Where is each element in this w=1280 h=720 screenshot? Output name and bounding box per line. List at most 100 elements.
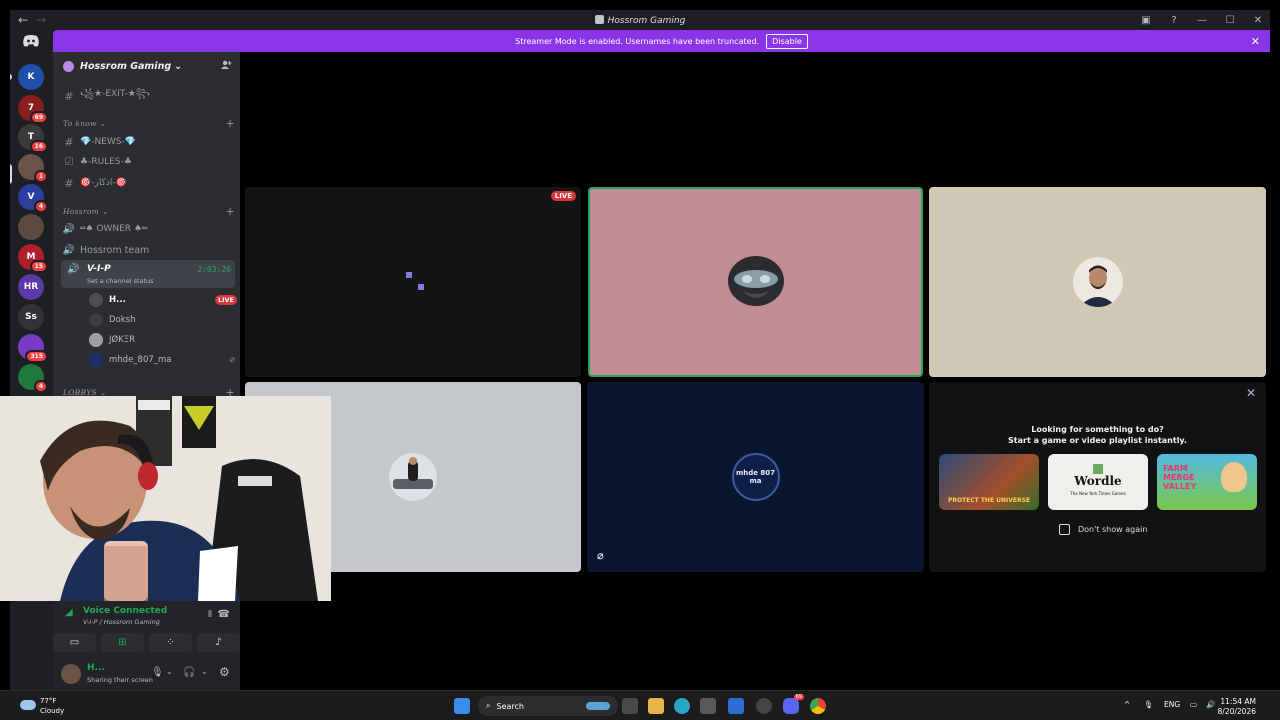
channel-team[interactable]: 🔊 Hossrom team xyxy=(62,241,232,259)
edge-browser-icon[interactable] xyxy=(674,698,690,714)
microphone-icon[interactable]: 🎙 xyxy=(151,667,164,678)
weather-condition: Cloudy xyxy=(40,707,65,715)
help-icon[interactable]: ? xyxy=(1166,15,1182,26)
maximize-button[interactable]: ☐ xyxy=(1222,15,1238,26)
language-indicator[interactable]: ENG xyxy=(1164,700,1180,709)
channel-news[interactable]: # 💎-NEWS-💎 xyxy=(62,133,232,151)
chrome-icon[interactable] xyxy=(810,698,826,714)
guild-header[interactable]: Hossrom Gaming ⌄ xyxy=(53,52,240,80)
participant-tile[interactable] xyxy=(588,187,923,377)
minimize-button[interactable]: — xyxy=(1194,15,1210,26)
channel-rules[interactable]: ☑ ♣-RULES-♣ xyxy=(62,153,232,171)
disconnect-icon[interactable]: ☎ xyxy=(218,609,230,620)
loading-dot xyxy=(418,284,424,290)
start-windows-icon[interactable] xyxy=(454,698,470,714)
task-view-icon[interactable] xyxy=(622,698,638,714)
window-controls: ▣ ? — ☐ ✕ xyxy=(1138,10,1266,30)
mention-badge: 4 xyxy=(33,200,48,213)
disable-streamer-mode-button[interactable]: Disable xyxy=(766,33,808,49)
channel-azkar[interactable]: # 🎯-اذكار-🎯 xyxy=(62,174,232,192)
forward-arrow-icon[interactable]: → xyxy=(36,13,46,27)
notification-badge: 69 xyxy=(793,694,804,700)
headset-icon[interactable]: 🎧 xyxy=(183,667,195,678)
volume-icon[interactable]: 🔊 xyxy=(1206,700,1215,709)
network-icon[interactable]: ▭ xyxy=(1190,700,1197,709)
voice-channel-path[interactable]: V-I-P / Hossrom Gaming xyxy=(83,618,160,626)
add-member-icon[interactable] xyxy=(220,59,232,71)
helmet-avatar xyxy=(725,252,786,312)
category-hossrom[interactable]: Hossrom ⌄ + xyxy=(63,205,235,218)
server-icon-9[interactable]: 315 xyxy=(18,334,48,363)
server-icon-6[interactable]: M 15 xyxy=(18,244,48,273)
share-screen-button[interactable]: ⊞ xyxy=(101,633,144,652)
activity-card-farm[interactable]: FARM MERGE VALLEY xyxy=(1157,454,1257,510)
server-icon-7[interactable]: HR xyxy=(18,274,44,300)
server-icon-0[interactable]: K xyxy=(18,64,44,90)
back-arrow-icon[interactable]: ← xyxy=(18,13,28,27)
discord-logo-icon[interactable] xyxy=(22,34,40,48)
guild-name: Hossrom Gaming xyxy=(80,60,172,72)
user-status: Sharing their screen xyxy=(87,676,153,684)
search-icon: ⌕ xyxy=(486,701,491,710)
activity-prompt-line2: Start a game or video playlist instantly… xyxy=(1008,436,1187,445)
checkbox-label: Don't show again xyxy=(1078,525,1148,534)
activities-button[interactable]: ⁘ xyxy=(149,633,192,652)
channel-owner[interactable]: 🔊 ═♠ OWNER ♠═ xyxy=(62,220,232,238)
voice-member[interactable]: H... LIVE xyxy=(89,291,241,309)
activity-card-wordle[interactable]: Wordle The New York Times Games xyxy=(1048,454,1148,510)
inbox-icon[interactable]: ▣ xyxy=(1138,15,1154,26)
server-icon-5[interactable] xyxy=(18,214,44,240)
app-icon[interactable] xyxy=(756,698,772,714)
server-icon-8[interactable]: Ss xyxy=(18,304,44,330)
member-name: H... xyxy=(109,295,126,305)
store-icon[interactable] xyxy=(700,698,716,714)
taskbar-search[interactable]: ⌕ Search xyxy=(478,696,618,716)
clock[interactable]: 11:54 AM 8/20/2026 xyxy=(1218,697,1256,717)
member-name: Doksh xyxy=(109,315,136,325)
chevron-down-icon[interactable]: ⌄ xyxy=(166,667,173,676)
server-initials: V xyxy=(27,192,35,202)
voice-member[interactable]: JØKΞR xyxy=(89,331,241,349)
avatar xyxy=(89,333,103,347)
server-icon-3[interactable]: 1 xyxy=(18,154,48,183)
close-window-button[interactable]: ✕ xyxy=(1250,15,1266,26)
microphone-icon[interactable]: 🎙 xyxy=(1144,700,1154,709)
chevron-up-icon[interactable]: ^ xyxy=(1124,700,1130,709)
mention-badge: 315 xyxy=(25,350,48,363)
channel-status[interactable]: Set a channel status xyxy=(87,277,154,285)
camera-off-button[interactable]: ▭ xyxy=(53,633,96,652)
server-icon-1[interactable]: 7 69 xyxy=(18,95,48,124)
soundboard-button[interactable]: ♪ xyxy=(197,633,240,652)
chevron-down-icon[interactable]: ⌄ xyxy=(201,667,208,676)
banner-close-icon[interactable]: ✕ xyxy=(1251,35,1260,48)
noise-suppression-icon[interactable]: ⦀ xyxy=(208,610,212,620)
voice-member[interactable]: Doksh xyxy=(89,311,241,329)
voice-member[interactable]: mhde_807_ma ⌀ xyxy=(89,351,241,369)
channel-vip[interactable]: 🔊 V-I-P Set a channel status 2:03:26 xyxy=(61,260,235,288)
close-icon[interactable]: ✕ xyxy=(1246,386,1256,400)
server-icon-10[interactable]: 4 xyxy=(18,364,48,393)
category-to-know[interactable]: To know ⌄ + xyxy=(63,117,235,130)
server-initials: K xyxy=(27,72,35,82)
add-channel-icon[interactable]: + xyxy=(225,117,235,130)
weather-widget[interactable]: 77°F Cloudy xyxy=(20,696,64,716)
dont-show-again-checkbox[interactable]: Don't show again xyxy=(1059,524,1147,535)
file-explorer-icon[interactable] xyxy=(648,698,664,714)
mail-icon[interactable] xyxy=(728,698,744,714)
server-icon-2[interactable]: T 16 xyxy=(18,124,48,153)
avatar xyxy=(89,353,103,367)
discord-taskbar-icon[interactable]: 69 xyxy=(783,694,804,714)
activity-card-protect[interactable]: PROTECT THE UNIVERSE xyxy=(939,454,1039,510)
participant-tile[interactable] xyxy=(929,187,1266,377)
user-name[interactable]: H... xyxy=(87,663,105,673)
avatar[interactable] xyxy=(61,664,81,684)
add-channel-icon[interactable]: + xyxy=(225,205,235,218)
stream-tile[interactable]: LIVE xyxy=(245,187,581,377)
settings-gear-icon[interactable]: ⚙ xyxy=(219,665,230,679)
car-avatar xyxy=(389,453,437,501)
channel-exit[interactable]: # ꧁★-EXIT-★꧂ xyxy=(62,87,232,105)
channel-label: ♣-RULES-♣ xyxy=(80,157,132,167)
participant-tile[interactable]: mhde 807 ma ⌀ xyxy=(587,382,924,572)
server-icon-4[interactable]: V4 xyxy=(18,184,48,213)
channel-label: V-I-P xyxy=(87,264,111,274)
